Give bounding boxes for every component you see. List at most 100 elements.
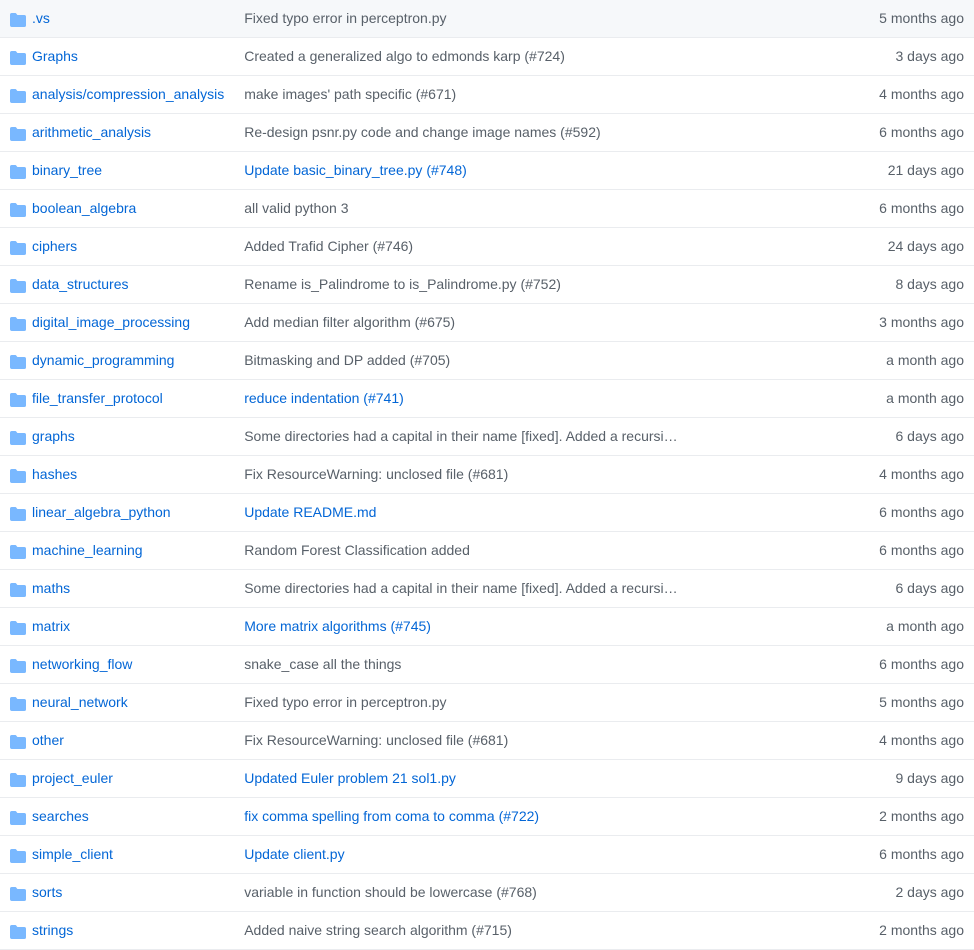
commit-message-cell: Fixed typo error in perceptron.py [234, 684, 854, 722]
folder-link[interactable]: binary_tree [32, 160, 102, 181]
commit-link[interactable]: fix comma spelling from coma to comma (#… [244, 808, 539, 824]
folder-link[interactable]: maths [32, 578, 70, 599]
commit-link[interactable]: Update README.md [244, 504, 376, 520]
commit-message-cell: Added Trafid Cipher (#746) [234, 228, 854, 266]
commit-time: 6 months ago [854, 494, 974, 532]
folder-cell: hashes [0, 456, 234, 494]
commit-message: Fix ResourceWarning: unclosed file (#681… [244, 732, 508, 748]
commit-message-cell: snake_case all the things [234, 646, 854, 684]
commit-message-cell: Update README.md [234, 494, 854, 532]
folder-link[interactable]: searches [32, 806, 89, 827]
folder-cell: digital_image_processing [0, 304, 234, 342]
commit-time: 2 months ago [854, 912, 974, 950]
folder-cell: linear_algebra_python [0, 494, 234, 532]
folder-cell: project_euler [0, 760, 234, 798]
commit-message: Add median filter algorithm (#675) [244, 314, 455, 330]
folder-icon [10, 392, 26, 406]
folder-link[interactable]: strings [32, 920, 73, 941]
commit-message: make images' path specific (#671) [244, 86, 456, 102]
table-row: project_euler Updated Euler problem 21 so… [0, 760, 974, 798]
table-row: networking_flow snake_case all the things… [0, 646, 974, 684]
commit-link[interactable]: Updated Euler problem 21 sol1.py [244, 770, 456, 786]
commit-message-cell: Added naive string search algorithm (#71… [234, 912, 854, 950]
folder-cell: matrix [0, 608, 234, 646]
commit-time: 3 days ago [854, 38, 974, 76]
commit-link[interactable]: Update client.py [244, 846, 344, 862]
folder-link[interactable]: data_structures [32, 274, 129, 295]
commit-message: Fixed typo error in perceptron.py [244, 694, 446, 710]
commit-message: variable in function should be lowercase… [244, 884, 537, 900]
commit-message: Some directories had a capital in their … [244, 428, 677, 444]
folder-icon [10, 544, 26, 558]
folder-cell: sorts [0, 874, 234, 912]
table-row: arithmetic_analysis Re-design psnr.py cod… [0, 114, 974, 152]
table-row: boolean_algebraall valid python 36 month… [0, 190, 974, 228]
commit-time: 6 months ago [854, 532, 974, 570]
table-row: analysis/compression_analysis make images… [0, 76, 974, 114]
commit-link[interactable]: reduce indentation (#741) [244, 390, 404, 406]
table-row: .vsFixed typo error in perceptron.py5 mo… [0, 0, 974, 38]
commit-time: 6 months ago [854, 190, 974, 228]
commit-time: 2 months ago [854, 798, 974, 836]
folder-link[interactable]: .vs [32, 8, 50, 29]
folder-link[interactable]: arithmetic_analysis [32, 122, 151, 143]
folder-icon [10, 506, 26, 520]
folder-link[interactable]: ciphers [32, 236, 77, 257]
folder-link[interactable]: dynamic_programming [32, 350, 174, 371]
commit-time: 4 months ago [854, 456, 974, 494]
folder-link[interactable]: hashes [32, 464, 77, 485]
folder-icon [10, 88, 26, 102]
table-row: sorts variable in function should be lowe… [0, 874, 974, 912]
table-row: digital_image_processing Add median filte… [0, 304, 974, 342]
commit-message-cell: Random Forest Classification added [234, 532, 854, 570]
commit-message-cell: Bitmasking and DP added (#705) [234, 342, 854, 380]
commit-link[interactable]: Update basic_binary_tree.py (#748) [244, 162, 467, 178]
commit-message-cell: More matrix algorithms (#745) [234, 608, 854, 646]
folder-link[interactable]: neural_network [32, 692, 128, 713]
table-row: searches fix comma spelling from coma to … [0, 798, 974, 836]
folder-cell: graphs [0, 418, 234, 456]
folder-link[interactable]: networking_flow [32, 654, 132, 675]
table-row: neural_network Fixed typo error in percep… [0, 684, 974, 722]
commit-time: a month ago [854, 380, 974, 418]
folder-link[interactable]: Graphs [32, 46, 78, 67]
table-row: simple_clientUpdate client.py6 months ag… [0, 836, 974, 874]
folder-link[interactable]: project_euler [32, 768, 113, 789]
folder-link[interactable]: simple_client [32, 844, 113, 865]
folder-link[interactable]: sorts [32, 882, 62, 903]
commit-message-cell: Re-design psnr.py code and change image … [234, 114, 854, 152]
commit-message: Created a generalized algo to edmonds ka… [244, 48, 565, 64]
folder-icon [10, 202, 26, 216]
folder-link[interactable]: graphs [32, 426, 75, 447]
commit-message: Random Forest Classification added [244, 542, 470, 558]
folder-link[interactable]: file_transfer_protocol [32, 388, 163, 409]
folder-icon [10, 126, 26, 140]
folder-icon [10, 772, 26, 786]
commit-message: Fixed typo error in perceptron.py [244, 10, 446, 26]
folder-link[interactable]: machine_learning [32, 540, 143, 561]
folder-icon [10, 658, 26, 672]
table-row: file_transfer_protocol reduce indentation… [0, 380, 974, 418]
commit-message-cell: Created a generalized algo to edmonds ka… [234, 38, 854, 76]
folder-link[interactable]: other [32, 730, 64, 751]
folder-link[interactable]: matrix [32, 616, 70, 637]
folder-link[interactable]: digital_image_processing [32, 312, 190, 333]
commit-message-cell: Some directories had a capital in their … [234, 570, 854, 608]
table-row: hashesFix ResourceWarning: unclosed file… [0, 456, 974, 494]
commit-link[interactable]: More matrix algorithms (#745) [244, 618, 431, 634]
folder-link[interactable]: linear_algebra_python [32, 502, 171, 523]
commit-message-cell: Fix ResourceWarning: unclosed file (#681… [234, 722, 854, 760]
commit-message-cell: Update basic_binary_tree.py (#748) [234, 152, 854, 190]
folder-icon [10, 164, 26, 178]
commit-message-cell: Add median filter algorithm (#675) [234, 304, 854, 342]
commit-message-cell: Updated Euler problem 21 sol1.py [234, 760, 854, 798]
table-row: data_structuresRename is_Palindrome to i… [0, 266, 974, 304]
folder-icon [10, 468, 26, 482]
folder-cell: other [0, 722, 234, 760]
folder-link[interactable]: analysis/compression_analysis [32, 84, 224, 105]
folder-cell: Graphs [0, 38, 234, 76]
commit-time: 4 months ago [854, 76, 974, 114]
folder-link[interactable]: boolean_algebra [32, 198, 136, 219]
commit-time: 6 months ago [854, 646, 974, 684]
folder-cell: binary_tree [0, 152, 234, 190]
